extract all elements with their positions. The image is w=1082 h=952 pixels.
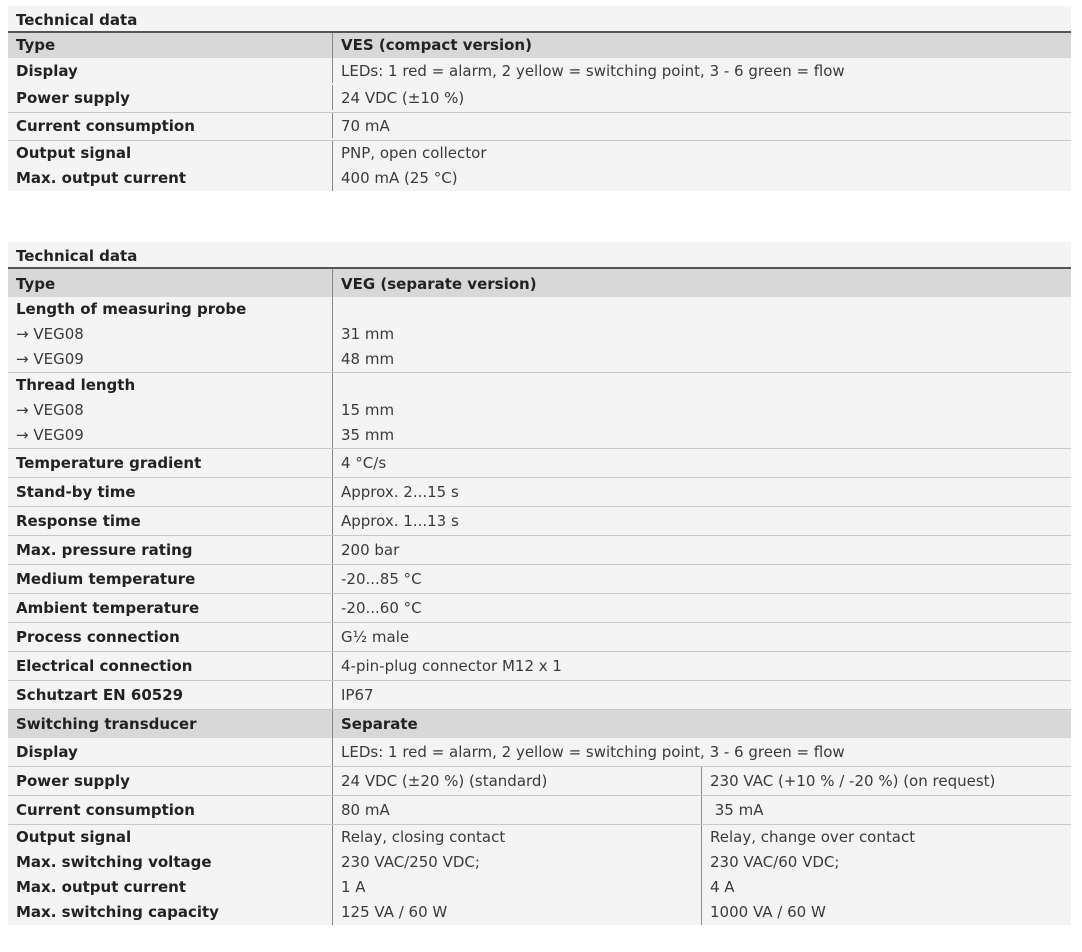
row-value: PNP, open collector [341, 144, 487, 162]
table-row-thread-length: Thread length → VEG08 → VEG09 15 mm 35 m… [8, 372, 1071, 448]
row-value: 24 VDC (±10 %) [341, 89, 465, 107]
row-value-cell: 15 mm 35 mm [333, 373, 1071, 448]
row-value-b: 35 mA [710, 801, 764, 819]
row-value-cell: 31 mm 48 mm [333, 297, 1071, 372]
table-row-transducer: Switching transducer Separate [8, 709, 1071, 738]
row-value: 35 mm [341, 426, 395, 444]
table-row: Electrical connection 4-pin-plug connect… [8, 651, 1071, 680]
row-sublabel: → VEG09 [16, 350, 84, 368]
table-row: Display LEDs: 1 red = alarm, 2 yellow = … [8, 738, 1071, 766]
row-label-cell: Output signal Max. switching voltage Max… [8, 825, 333, 925]
table-row: Output signal Max. output current PNP, o… [8, 140, 1071, 191]
row-label: Stand-by time [8, 478, 333, 506]
row-label: Process connection [8, 623, 333, 651]
row-value-a: 24 VDC (±20 %) (standard) [333, 767, 702, 795]
row-label: Display [8, 58, 333, 83]
table-row: Schutzart EN 60529 IP67 [8, 680, 1071, 709]
row-label: Power supply [8, 767, 333, 795]
row-label: Output signal [16, 144, 132, 162]
row-label: Medium temperature [8, 565, 333, 593]
row-sublabel: → VEG09 [16, 426, 84, 444]
table-title: Technical data [16, 11, 138, 29]
technical-data-table-ves: Technical data Type VES (compact version… [8, 6, 1071, 191]
row-value-cell-b: Relay, change over contact 230 VAC/60 VD… [702, 825, 1071, 925]
row-value: 230 VAC/250 VDC; [341, 853, 480, 871]
row-label: Schutzart EN 60529 [8, 681, 333, 709]
row-value: 1 A [341, 878, 366, 896]
header-value: VES (compact version) [341, 36, 532, 54]
row-value: Separate [341, 715, 418, 733]
row-label: Max. output current [16, 878, 186, 896]
row-label: Thread length [16, 376, 136, 394]
table-row: Response time Approx. 1...13 s [8, 506, 1071, 535]
row-label: Max. pressure rating [8, 536, 333, 564]
table-row: Stand-by time Approx. 2...15 s [8, 477, 1071, 506]
table-row: Medium temperature -20...85 °C [8, 564, 1071, 593]
row-label: Max. output current [16, 169, 186, 187]
row-label: Power supply [8, 85, 333, 110]
row-value: 70 mA [341, 117, 390, 135]
table-row: Power supply 24 VDC (±20 %) (standard) 2… [8, 766, 1071, 795]
row-value: 31 mm [341, 325, 395, 343]
header-label: Type [8, 269, 333, 297]
row-label-cell: Output signal Max. output current [8, 141, 333, 191]
row-sublabel: → VEG08 [16, 401, 84, 419]
row-label: Max. switching voltage [16, 853, 212, 871]
header-label: Type [8, 33, 333, 58]
row-value: 4-pin-plug connector M12 x 1 [341, 657, 562, 675]
row-value: 4 A [710, 878, 735, 896]
table-header-row: Type VEG (separate version) [8, 267, 1071, 297]
table-header-row: Type VES (compact version) [8, 31, 1071, 58]
row-value: Relay, closing contact [341, 828, 506, 846]
row-value-a: 80 mA [333, 796, 702, 824]
row-value: 48 mm [341, 350, 395, 368]
row-value: G½ male [341, 628, 410, 646]
row-label: Max. switching capacity [16, 903, 219, 921]
table-title: Technical data [16, 247, 138, 265]
technical-data-table-veg: Technical data Type VEG (separate versio… [8, 242, 1071, 925]
row-value-cell-a: Relay, closing contact 230 VAC/250 VDC; … [333, 825, 702, 925]
row-value-b: 230 VAC (+10 % / -20 %) (on request) [710, 772, 996, 790]
row-value: LEDs: 1 red = alarm, 2 yellow = switchin… [341, 743, 845, 761]
table-row: Temperature gradient 4 °C/s [8, 448, 1071, 477]
row-label: Temperature gradient [8, 449, 333, 477]
row-value: Relay, change over contact [710, 828, 916, 846]
row-value: 4 °C/s [341, 454, 387, 472]
row-value: Approx. 2...15 s [341, 483, 459, 501]
row-label: Ambient temperature [8, 594, 333, 622]
row-value: LEDs: 1 red = alarm, 2 yellow = switchin… [341, 62, 845, 80]
row-value: IP67 [341, 686, 374, 704]
row-label: Current consumption [8, 796, 333, 824]
table-row-probe-length: Length of measuring probe → VEG08 → VEG0… [8, 297, 1071, 372]
row-value: 125 VA / 60 W [341, 903, 448, 921]
row-label: Display [8, 738, 333, 766]
row-value: 400 mA (25 °C) [341, 169, 458, 187]
row-label: Electrical connection [8, 652, 333, 680]
table-row: Max. pressure rating 200 bar [8, 535, 1071, 564]
header-value: VEG (separate version) [341, 275, 537, 293]
table-row-output: Output signal Max. switching voltage Max… [8, 824, 1071, 925]
row-label: Output signal [16, 828, 132, 846]
table-row: Ambient temperature -20...60 °C [8, 593, 1071, 622]
table-row: Current consumption 80 mA 35 mA [8, 795, 1071, 824]
row-value-cell: PNP, open collector 400 mA (25 °C) [333, 141, 1071, 191]
row-value: Approx. 1...13 s [341, 512, 459, 530]
row-label: Response time [8, 507, 333, 535]
row-value: -20...60 °C [341, 599, 422, 617]
table-row: Current consumption 70 mA [8, 112, 1071, 140]
row-label-cell: Length of measuring probe → VEG08 → VEG0… [8, 297, 333, 372]
row-value: 1000 VA / 60 W [710, 903, 826, 921]
row-label: Current consumption [8, 113, 333, 138]
table-row: Power supply 24 VDC (±10 %) [8, 85, 1071, 112]
row-value: 200 bar [341, 541, 400, 559]
row-value: -20...85 °C [341, 570, 422, 588]
row-label: Length of measuring probe [16, 300, 247, 318]
row-value: 15 mm [341, 401, 395, 419]
row-label-cell: Thread length → VEG08 → VEG09 [8, 373, 333, 448]
table-row: Process connection G½ male [8, 622, 1071, 651]
table-row: Display LEDs: 1 red = alarm, 2 yellow = … [8, 58, 1071, 85]
row-sublabel: → VEG08 [16, 325, 84, 343]
row-value: 230 VAC/60 VDC; [710, 853, 840, 871]
row-label: Switching transducer [8, 710, 333, 738]
